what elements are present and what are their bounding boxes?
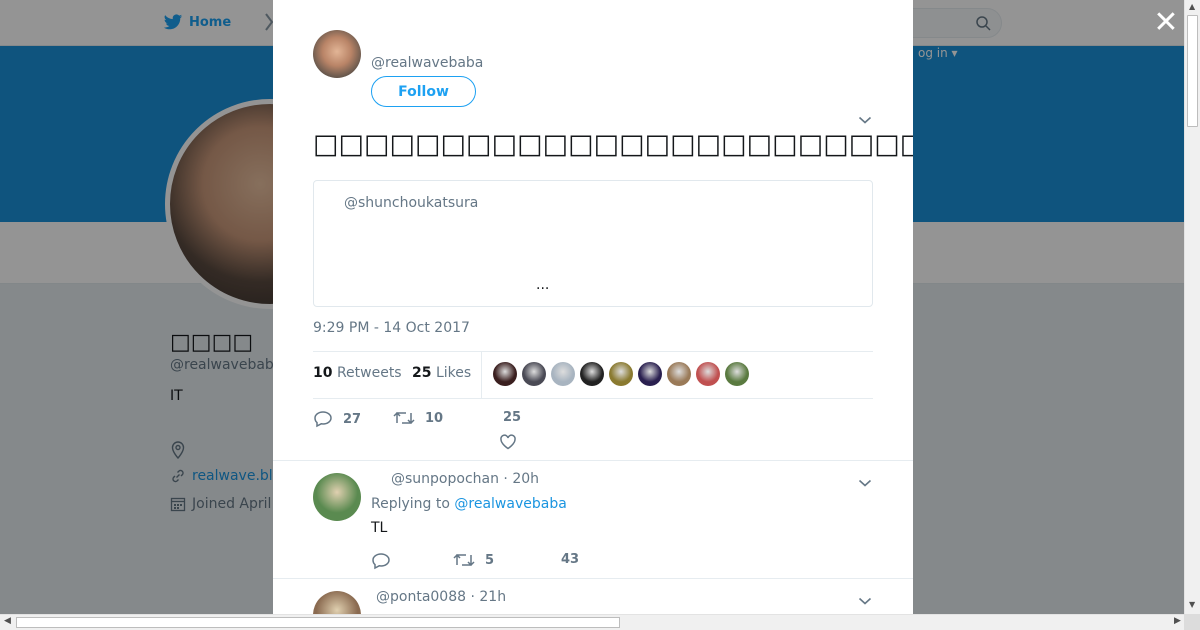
liker-avatar[interactable] [493, 362, 517, 386]
likes-stat[interactable]: 25 Likes [412, 365, 471, 381]
chevron-down-icon[interactable] [858, 110, 872, 129]
retweets-count: 10 [313, 365, 333, 381]
retweet-count: 10 [425, 410, 444, 426]
reply-action[interactable]: 27 [313, 410, 361, 428]
chevron-down-icon[interactable] [858, 591, 872, 610]
reply-avatar[interactable] [313, 591, 361, 614]
liker-avatars [493, 362, 749, 386]
tweet-timestamp[interactable]: 9:29 PM - 14 Oct 2017 [313, 320, 470, 336]
reply-icon [314, 411, 332, 428]
reply-avatar[interactable] [313, 473, 361, 521]
like-count: 25 [503, 410, 522, 425]
likes-label: Likes [435, 365, 472, 381]
retweet-action[interactable]: 5 [453, 552, 494, 568]
author-handle[interactable]: @realwavebaba [371, 55, 483, 71]
tweet-text: □□□□□□□□□□□□□□□□□□□□□□□□□□□□□□□□□□□□□□□□… [313, 129, 913, 160]
vertical-scroll-thumb[interactable] [1187, 15, 1198, 127]
close-icon[interactable]: ✕ [1152, 8, 1180, 38]
scroll-down-arrow-icon[interactable]: ▼ [1189, 600, 1195, 609]
retweet-action[interactable]: 10 [393, 410, 443, 426]
reply-actions: 5 43 [371, 552, 671, 576]
liker-avatar[interactable] [667, 362, 691, 386]
liker-avatar[interactable] [609, 362, 633, 386]
reply-tweet[interactable]: @sunpopochan · 20h Replying to @realwave… [273, 461, 913, 579]
scrollbar-corner [1184, 614, 1200, 630]
like-action[interactable]: 43 [561, 552, 579, 567]
liker-avatar[interactable] [696, 362, 720, 386]
tweet-stats: 10 Retweets 25 Likes [313, 351, 873, 399]
scroll-left-arrow-icon[interactable]: ◀ [4, 616, 11, 626]
retweet-icon [393, 411, 415, 425]
liker-avatar[interactable] [551, 362, 575, 386]
reply-count: 27 [343, 411, 362, 427]
heart-icon[interactable] [499, 434, 517, 450]
reply-like-count: 43 [561, 552, 580, 567]
retweets-stat[interactable]: 10 Retweets [313, 365, 402, 381]
retweet-icon [453, 553, 475, 567]
horizontal-scrollbar[interactable]: ◀ ▶ [0, 614, 1200, 630]
vertical-scrollbar[interactable]: ▲ ▼ [1184, 0, 1200, 614]
chevron-down-icon[interactable] [858, 473, 872, 492]
quoted-tweet-card[interactable]: @shunchoukatsura ... [313, 180, 873, 307]
horizontal-scroll-thumb[interactable] [16, 617, 620, 628]
reply-icon [372, 553, 390, 570]
reply-handle-time[interactable]: @sunpopochan · 20h [391, 471, 539, 487]
reply-retweet-count: 5 [485, 552, 495, 568]
tweet-modal: @realwavebaba Follow □□□□□□□□□□□□□□□□□□□… [273, 0, 913, 614]
replying-to: Replying to @realwavebaba [371, 496, 567, 512]
liker-avatar[interactable] [638, 362, 662, 386]
reply-text: TL [371, 520, 388, 536]
scroll-up-arrow-icon[interactable]: ▲ [1189, 2, 1195, 11]
reply-tweet[interactable]: @ponta0088 · 21h [273, 579, 913, 614]
likes-count: 25 [412, 365, 432, 381]
liker-avatar[interactable] [522, 362, 546, 386]
quoted-tweet-handle: @shunchoukatsura [344, 195, 479, 211]
scroll-right-arrow-icon[interactable]: ▶ [1174, 616, 1181, 626]
quoted-tweet-ellipsis: ... [536, 277, 550, 293]
reply-handle-time[interactable]: @ponta0088 · 21h [376, 589, 506, 605]
liker-avatar[interactable] [580, 362, 604, 386]
retweets-label: Retweets [336, 365, 402, 381]
replying-to-prefix: Replying to [371, 496, 455, 512]
reply-action[interactable] [371, 552, 391, 570]
like-action[interactable]: 25 [503, 410, 521, 425]
tweet-actions: 27 10 25 [313, 410, 873, 450]
author-avatar[interactable] [313, 30, 361, 78]
stats-divider [481, 352, 482, 398]
liker-avatar[interactable] [725, 362, 749, 386]
follow-button[interactable]: Follow [371, 76, 476, 107]
main-tweet: @realwavebaba Follow □□□□□□□□□□□□□□□□□□□… [273, 0, 913, 461]
replying-to-link[interactable]: @realwavebaba [454, 496, 566, 512]
